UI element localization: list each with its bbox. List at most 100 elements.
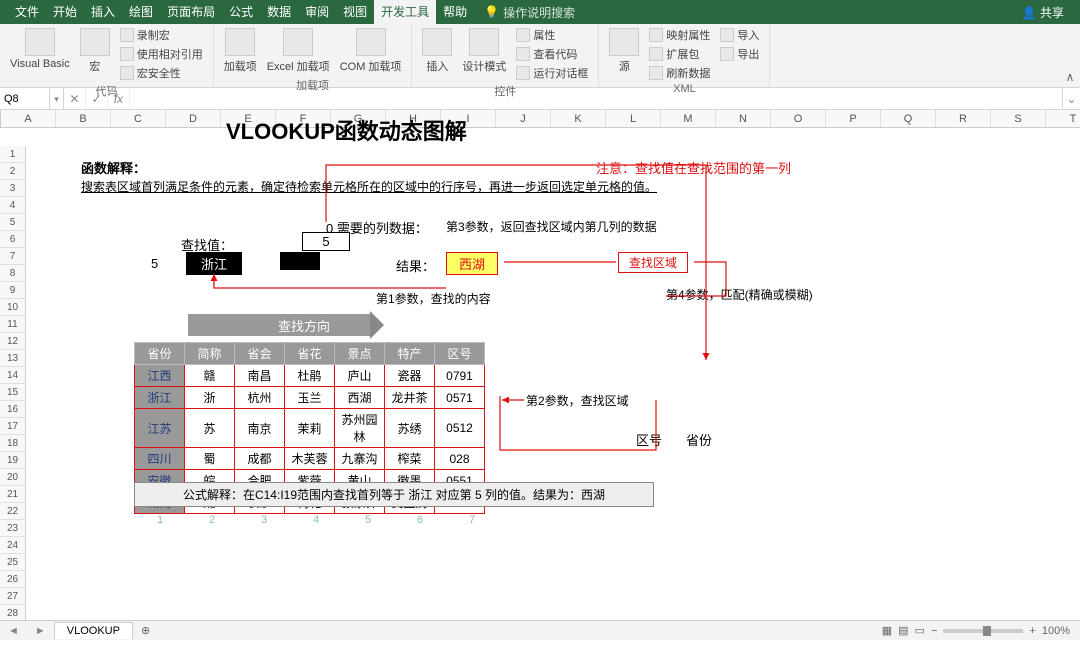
confirm-icon[interactable]: ✓	[86, 88, 108, 109]
menu-视图[interactable]: 视图	[336, 0, 374, 24]
ribbon-btn-Excel 加载项[interactable]: Excel 加载项	[263, 26, 334, 76]
row-header-13[interactable]: 13	[0, 350, 26, 367]
table-header: 省会	[235, 343, 285, 365]
add-sheet-icon[interactable]: ⊕	[133, 624, 158, 637]
table-cell: 苏绣	[385, 409, 435, 448]
ribbon-btn-宏安全性[interactable]: 宏安全性	[116, 64, 207, 82]
name-box-dropdown-icon[interactable]: ▾	[50, 88, 64, 109]
name-box[interactable]: Q8	[0, 88, 50, 109]
zoom-slider[interactable]	[943, 629, 1023, 633]
tab-nav-next-icon[interactable]: ►	[27, 625, 54, 637]
ribbon-group-代码: Visual Basic宏录制宏使用相对引用宏安全性代码	[0, 24, 214, 87]
ribbon-btn-源[interactable]: 源	[605, 26, 643, 76]
ribbon-btn-宏[interactable]: 宏	[76, 26, 114, 76]
row-header-9[interactable]: 9	[0, 282, 26, 299]
ribbon-btn-设计模式[interactable]: 设计模式	[458, 26, 510, 76]
table-header: 省份	[135, 343, 185, 365]
row-header-7[interactable]: 7	[0, 248, 26, 265]
ribbon-btn-刷新数据[interactable]: 刷新数据	[645, 64, 714, 82]
search-hint-text: 操作说明搜索	[503, 4, 575, 21]
view-layout-icon[interactable]: ▤	[898, 624, 908, 637]
table-cell: 蜀	[185, 448, 235, 470]
formula-bar: Q8 ▾ ✕ ✓ fx ⌄	[0, 88, 1080, 110]
row-header-3[interactable]: 3	[0, 180, 26, 197]
row-header-20[interactable]: 20	[0, 469, 26, 486]
zoom-level[interactable]: 100%	[1042, 625, 1070, 637]
menu-公式[interactable]: 公式	[222, 0, 260, 24]
spreadsheet-grid[interactable]: ABCDEFGHIJKLMNOPQRST 1234567891011121314…	[0, 110, 1080, 640]
ribbon-btn-加载项[interactable]: 加载项	[220, 26, 261, 76]
lookup-num: 5	[151, 256, 158, 271]
cancel-icon[interactable]: ✕	[64, 88, 86, 109]
ribbon-btn-运行对话框[interactable]: 运行对话框	[512, 64, 592, 82]
table-cell: 庐山	[335, 365, 385, 387]
table-header: 景点	[335, 343, 385, 365]
menu-开始[interactable]: 开始	[46, 0, 84, 24]
search-hint[interactable]: 💡 操作说明搜索	[484, 4, 575, 21]
formula-input[interactable]	[130, 88, 1062, 109]
table-cell: 南京	[235, 409, 285, 448]
row-header-18[interactable]: 18	[0, 435, 26, 452]
row-header-12[interactable]: 12	[0, 333, 26, 350]
fx-icon[interactable]: fx	[108, 88, 130, 109]
share-button[interactable]: 👤 共享	[1014, 4, 1072, 21]
row-header-27[interactable]: 27	[0, 588, 26, 605]
row-header-15[interactable]: 15	[0, 384, 26, 401]
collapse-ribbon-icon[interactable]: ∧	[1060, 24, 1080, 87]
sheet-tab-vlookup[interactable]: VLOOKUP	[54, 622, 133, 639]
row-header-2[interactable]: 2	[0, 163, 26, 180]
row-header-21[interactable]: 21	[0, 486, 26, 503]
menu-审阅[interactable]: 审阅	[298, 0, 336, 24]
ribbon-btn-使用相对引用[interactable]: 使用相对引用	[116, 45, 207, 63]
row-header-1[interactable]: 1	[0, 146, 26, 163]
zoom-out-icon[interactable]: −	[931, 625, 937, 637]
ribbon-btn-查看代码[interactable]: 查看代码	[512, 45, 592, 63]
row-header-8[interactable]: 8	[0, 265, 26, 282]
explain-text: 搜索表区域首列满足条件的元素，确定待检索单元格所在的区域中的行序号，再进一步返回…	[81, 178, 657, 195]
menu-页面布局[interactable]: 页面布局	[160, 0, 222, 24]
row-header-23[interactable]: 23	[0, 520, 26, 537]
menu-开发工具[interactable]: 开发工具	[374, 0, 436, 24]
view-normal-icon[interactable]: ▦	[882, 624, 892, 637]
ribbon-btn-映射属性[interactable]: 映射属性	[645, 26, 714, 44]
extra-col2: 省份	[686, 430, 712, 449]
table-cell: 龙井茶	[385, 387, 435, 409]
ribbon-btn-COM 加载项[interactable]: COM 加载项	[336, 26, 406, 76]
menu-文件[interactable]: 文件	[8, 0, 46, 24]
row-header-17[interactable]: 17	[0, 418, 26, 435]
cell-area[interactable]: VLOOKUP函数动态图解 函数解释： 注意：查找值在查找范围的第一列 搜索表区…	[26, 110, 1080, 640]
table-cell: 浙	[185, 387, 235, 409]
table-cell: 0571	[435, 387, 485, 409]
ribbon-icon	[283, 28, 313, 56]
row-header-16[interactable]: 16	[0, 401, 26, 418]
row-header-11[interactable]: 11	[0, 316, 26, 333]
row-header-19[interactable]: 19	[0, 452, 26, 469]
row-header-22[interactable]: 22	[0, 503, 26, 520]
row-header-24[interactable]: 24	[0, 537, 26, 554]
row-header-6[interactable]: 6	[0, 231, 26, 248]
ribbon-btn-扩展包[interactable]: 扩展包	[645, 45, 714, 63]
view-break-icon[interactable]: ▭	[915, 624, 925, 637]
ribbon-btn-插入[interactable]: 插入	[418, 26, 456, 76]
menu-绘图[interactable]: 绘图	[122, 0, 160, 24]
ribbon-btn-导出[interactable]: 导出	[716, 45, 763, 63]
row-header-4[interactable]: 4	[0, 197, 26, 214]
menu-插入[interactable]: 插入	[84, 0, 122, 24]
tab-nav-prev-icon[interactable]: ◄	[0, 625, 27, 637]
menu-帮助[interactable]: 帮助	[436, 0, 474, 24]
col-number-box: 5	[302, 232, 350, 251]
ribbon-btn-录制宏[interactable]: 录制宏	[116, 26, 207, 44]
row-header-5[interactable]: 5	[0, 214, 26, 231]
zoom-in-icon[interactable]: +	[1029, 625, 1035, 637]
row-header-14[interactable]: 14	[0, 367, 26, 384]
row-header-25[interactable]: 25	[0, 554, 26, 571]
expand-formula-icon[interactable]: ⌄	[1062, 88, 1080, 109]
table-header: 省花	[285, 343, 335, 365]
ribbon-btn-导入[interactable]: 导入	[716, 26, 763, 44]
table-row: 江苏苏南京茉莉苏州园林苏绣0512	[135, 409, 485, 448]
row-header-10[interactable]: 10	[0, 299, 26, 316]
ribbon-btn-Visual Basic[interactable]: Visual Basic	[6, 26, 74, 72]
ribbon-btn-属性[interactable]: 属性	[512, 26, 592, 44]
row-header-26[interactable]: 26	[0, 571, 26, 588]
menu-数据[interactable]: 数据	[260, 0, 298, 24]
